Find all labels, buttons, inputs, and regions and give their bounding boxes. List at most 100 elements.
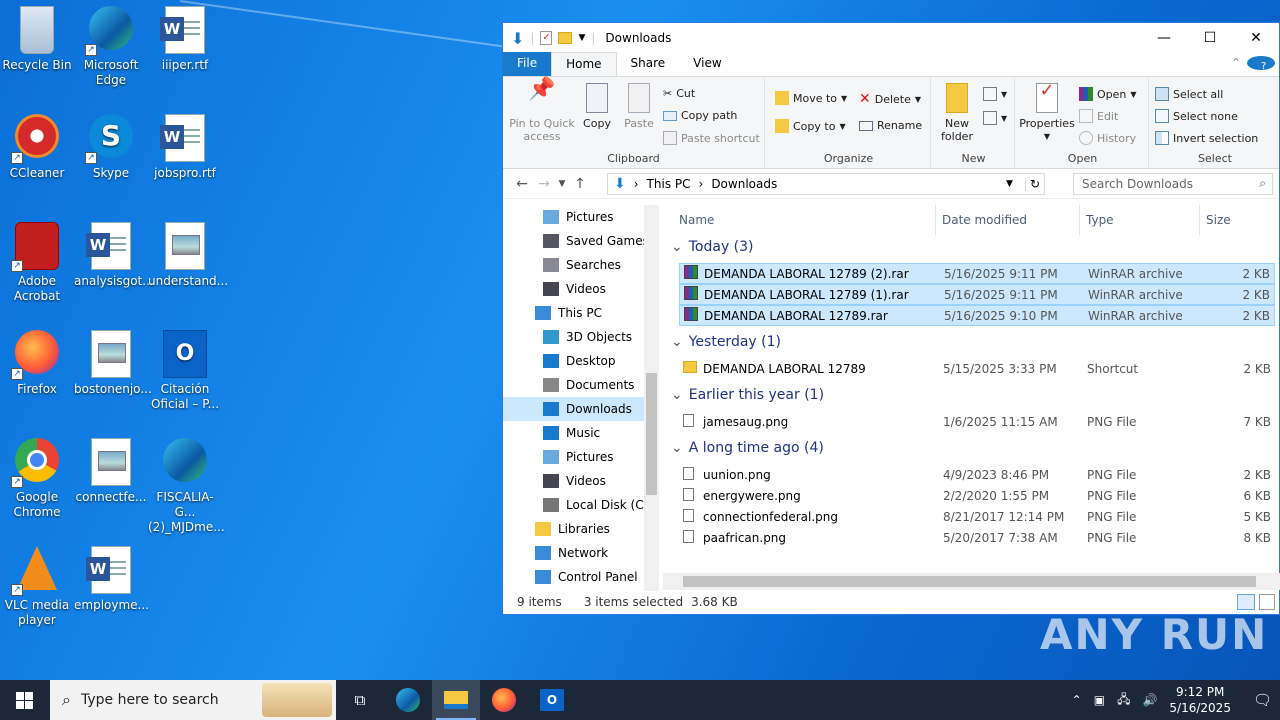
nav-item-downloads[interactable]: Downloads (503, 397, 659, 421)
help-icon[interactable]: ? (1247, 52, 1279, 76)
nav-item-videos[interactable]: Videos (503, 277, 659, 301)
copy-to-button[interactable]: Copy to ▼ (775, 119, 846, 133)
new-folder-icon[interactable] (558, 32, 573, 44)
taskbar-firefox[interactable] (480, 680, 528, 720)
nav-item-desktop[interactable]: Desktop (503, 349, 659, 373)
nav-item-documents[interactable]: Documents (503, 373, 659, 397)
pin-quick-access-button[interactable]: 📌 Pin to Quick access (509, 79, 575, 144)
breadcrumb-this-pc[interactable]: This PC (647, 177, 691, 191)
desktop-icon-iiiper-rtf[interactable]: Wiiiper.rtf (148, 0, 222, 73)
task-view-button[interactable]: ⧉ (336, 680, 384, 720)
refresh-icon[interactable]: ↻ (1024, 177, 1044, 191)
nav-item-3d-objects[interactable]: 3D Objects (503, 325, 659, 349)
nav-item-music[interactable]: Music (503, 421, 659, 445)
select-all-button[interactable]: Select all (1155, 87, 1223, 101)
nav-item-network[interactable]: Network (503, 541, 659, 565)
column-date-modified[interactable]: Date modified (935, 205, 1027, 235)
recent-locations-chevron-icon[interactable]: ▼ (555, 179, 569, 189)
nav-item-pictures[interactable]: Pictures (503, 205, 659, 229)
desktop-icon-ccleaner[interactable]: ↗ CCleaner (0, 108, 74, 181)
tab-share[interactable]: Share (617, 52, 680, 76)
tab-file[interactable]: File (503, 52, 552, 76)
delete-button[interactable]: ✕ Delete ▼ (859, 91, 921, 107)
minimize-button[interactable]: — (1141, 23, 1187, 53)
file-row[interactable]: DEMANDA LABORAL 12789 (1).rar 5/16/2025 9… (679, 284, 1275, 305)
address-bar[interactable]: ⬇ › This PC › Downloads ▼ ↻ (607, 173, 1045, 195)
nav-item-local-disk-c[interactable]: Local Disk (C:) (503, 493, 659, 517)
history-button[interactable]: History (1079, 131, 1136, 145)
column-type[interactable]: Type (1079, 205, 1114, 235)
edit-button[interactable]: Edit (1079, 109, 1118, 123)
details-view-icon[interactable] (1237, 594, 1255, 610)
column-name[interactable]: Name (679, 213, 714, 227)
desktop-icon-microsoft-edge[interactable]: ↗ Microsoft Edge (74, 0, 148, 88)
desktop-icon-vlc-media-player[interactable]: ↗ VLC media player (0, 540, 74, 628)
desktop-icon-google-chrome[interactable]: ↗ Google Chrome (0, 432, 74, 520)
customize-chevron-icon[interactable]: ▼ (578, 33, 585, 43)
desktop-icon-bostonenjo[interactable]: bostonenjo... (74, 324, 152, 397)
device-icon[interactable]: ▣ (1094, 693, 1105, 707)
desktop-icon-adobe-acrobat[interactable]: ↗ Adobe Acrobat (0, 216, 74, 304)
forward-button[interactable]: → (533, 176, 555, 192)
nav-item-searches[interactable]: Searches (503, 253, 659, 277)
desktop-icon-recycle-bin[interactable]: Recycle Bin (0, 0, 74, 73)
breadcrumb-downloads[interactable]: Downloads (711, 177, 777, 191)
nav-item-libraries[interactable]: Libraries (503, 517, 659, 541)
large-icons-view-icon[interactable] (1259, 594, 1275, 610)
file-row[interactable]: DEMANDA LABORAL 12789 (2).rar 5/16/2025 9… (679, 263, 1275, 284)
desktop-icon-citacion-oficial[interactable]: O Citación Oficial – P... (148, 324, 222, 412)
group-header[interactable]: ⌄ Earlier this year (1) (671, 387, 824, 403)
network-icon[interactable]: 🖧 (1117, 690, 1130, 711)
close-button[interactable]: ✕ (1233, 23, 1279, 53)
desktop-icon-firefox[interactable]: ↗ Firefox (0, 324, 74, 397)
nav-scroll-thumb[interactable] (646, 373, 657, 495)
taskbar-outlook[interactable]: O (528, 680, 576, 720)
column-size[interactable]: Size (1199, 205, 1231, 235)
start-button[interactable] (0, 680, 48, 720)
desktop-icon-connectfe[interactable]: connectfe... (74, 432, 148, 505)
taskbar-search[interactable]: ⌕ Type here to search (50, 680, 336, 720)
back-button[interactable]: ← (511, 176, 533, 192)
tab-view[interactable]: View (679, 52, 735, 76)
horizontal-scrollbar[interactable] (663, 573, 1280, 590)
desktop-icon-analysisgot[interactable]: Wanalysisgot... (74, 216, 154, 289)
horizontal-scroll-thumb[interactable] (683, 576, 1256, 587)
easy-access-button[interactable]: ▼ (983, 111, 1007, 125)
file-row[interactable]: DEMANDA LABORAL 12789.rar 5/16/2025 9:10 … (679, 305, 1275, 326)
taskbar-file-explorer[interactable] (432, 680, 480, 720)
volume-icon[interactable]: 🔊 (1142, 693, 1157, 707)
copy-button[interactable]: Copy (579, 83, 615, 130)
desktop-icon-jobspro-rtf[interactable]: Wjobspro.rtf (148, 108, 222, 181)
nav-item-videos[interactable]: Videos (503, 469, 659, 493)
nav-item-control-panel[interactable]: Control Panel (503, 565, 659, 589)
clock[interactable]: 9:12 PM 5/16/2025 (1169, 684, 1231, 716)
down-arrow-icon[interactable]: ⬇ (511, 29, 524, 48)
collapse-ribbon-icon[interactable]: ⌃ (1225, 52, 1247, 76)
new-item-button[interactable]: ▼ (983, 87, 1007, 101)
select-none-button[interactable]: Select none (1155, 109, 1238, 123)
invert-selection-button[interactable]: Invert selection (1155, 131, 1258, 145)
file-row[interactable]: connectionfederal.png 8/21/2017 12:14 PM P… (679, 506, 1275, 527)
desktop-icon-fiscalia[interactable]: FISCALIA-G... (2)_MJDme... (148, 432, 225, 535)
file-row[interactable]: jamesaug.png 1/6/2025 11:15 AM PNG File 7 K… (679, 411, 1275, 432)
nav-item-pictures[interactable]: Pictures (503, 445, 659, 469)
address-dropdown-icon[interactable]: ▼ (1006, 179, 1017, 189)
move-to-button[interactable]: Move to ▼ (775, 91, 847, 105)
taskbar-edge[interactable] (384, 680, 432, 720)
group-header[interactable]: ⌄ Yesterday (1) (671, 334, 781, 350)
nav-scrollbar[interactable] (644, 205, 659, 591)
new-folder-button[interactable]: New folder (937, 83, 977, 143)
tab-home[interactable]: Home (551, 52, 617, 76)
desktop-icon-skype[interactable]: S ↗ Skype (74, 108, 148, 181)
paste-button[interactable]: Paste (619, 83, 659, 130)
nav-item-this-pc[interactable]: This PC (503, 301, 659, 325)
paste-shortcut-button[interactable]: Paste shortcut (663, 131, 760, 145)
copy-path-button[interactable]: Copy path (663, 109, 737, 122)
nav-item-saved-games[interactable]: Saved Games (503, 229, 659, 253)
search-box[interactable]: Search Downloads ⌕ (1073, 173, 1273, 195)
notifications-icon[interactable]: 🗨 (1253, 691, 1272, 709)
group-header[interactable]: ⌄ A long time ago (4) (671, 440, 824, 456)
file-row[interactable]: energywere.png 2/2/2020 1:55 PM PNG File 6 … (679, 485, 1275, 506)
file-row[interactable]: uunion.png 4/9/2023 8:46 PM PNG File 2 KB (679, 464, 1275, 485)
rename-button[interactable]: Rename (859, 119, 922, 132)
